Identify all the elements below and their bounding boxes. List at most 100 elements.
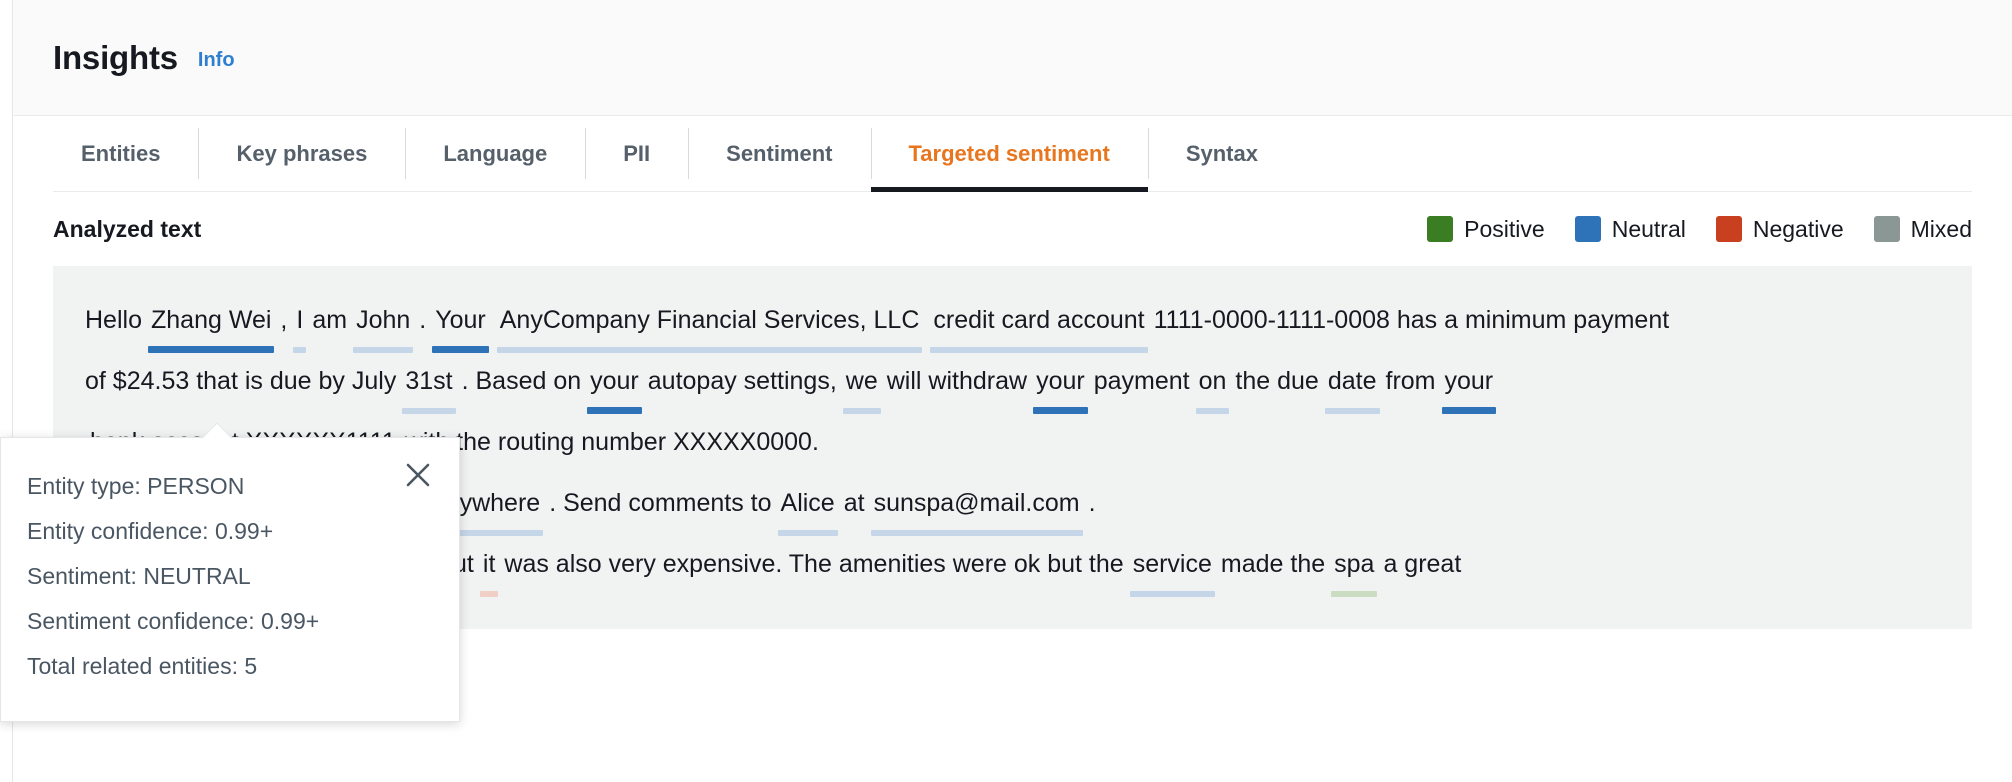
legend-label: Negative — [1752, 215, 1844, 242]
insights-page: Insights Info Entities Key phrases Languag… — [0, 0, 2012, 782]
entity-token[interactable]: Your — [428, 292, 493, 353]
legend-swatch-positive — [1427, 216, 1454, 242]
token-text: your — [1036, 367, 1085, 395]
popover-row: Sentiment: NEUTRAL — [27, 563, 251, 589]
token-text: your — [590, 367, 639, 395]
text-token: . Send comments to — [547, 475, 773, 536]
entity-token[interactable]: I — [289, 292, 310, 353]
token-text: AnyCompany Financial Services, LLC — [499, 306, 920, 334]
token-text: with the routing number XXXXX0000. — [404, 428, 819, 456]
token-text: of $24.53 that is due by July — [85, 367, 397, 395]
entity-token[interactable]: sunspa@mail.com — [867, 475, 1087, 536]
token-text: 31st — [405, 367, 453, 395]
analyzed-text-line: Hello Zhang Wei, Iam John. Your AnyCompany Fi… — [83, 292, 1942, 353]
info-link[interactable]: Info — [198, 49, 235, 72]
token-text: 1111-0000-1111-0008 has a minimum paymen… — [1153, 306, 1670, 334]
text-token: . — [1087, 475, 1098, 536]
entity-token[interactable]: spa — [1327, 536, 1381, 597]
text-token: Hello — [83, 292, 144, 353]
token-text: it — [482, 550, 496, 578]
panel-header: Insights Info — [13, 0, 2012, 116]
text-token: from — [1384, 353, 1438, 414]
entity-token[interactable]: service — [1126, 536, 1219, 597]
tab-targeted-sentiment[interactable]: Targeted sentiment — [870, 116, 1149, 192]
token-text: . Send comments to — [549, 489, 772, 517]
entity-token[interactable]: John — [349, 292, 417, 353]
entity-token[interactable]: your — [583, 353, 646, 414]
token-text: , — [280, 306, 288, 334]
legend-swatch-mixed — [1873, 216, 1900, 242]
token-text: . Based on — [461, 367, 582, 395]
entity-token[interactable]: 31st — [398, 353, 459, 414]
token-text: on — [1198, 367, 1227, 395]
entity-token[interactable]: Alice — [774, 475, 842, 536]
tab-entities[interactable]: Entities — [53, 116, 198, 191]
close-icon[interactable] — [403, 460, 433, 490]
text-token: autopay settings, — [646, 353, 839, 414]
popover-row: Sentiment confidence: 0.99+ — [27, 608, 320, 634]
legend-label: Positive — [1464, 215, 1545, 242]
text-token: with the routing number XXXXX0000. — [403, 414, 821, 475]
token-text: made the — [1220, 550, 1326, 578]
tab-language[interactable]: Language — [405, 116, 585, 191]
legend-label: Neutral — [1611, 215, 1686, 242]
token-text: Your — [435, 306, 486, 334]
text-token: of $24.53 that is due by July — [83, 353, 398, 414]
entity-token[interactable]: Zhang Wei — [144, 292, 278, 353]
tab-syntax[interactable]: Syntax — [1147, 116, 1296, 191]
token-text: a great — [1383, 550, 1462, 578]
token-text: at — [843, 489, 865, 517]
legend-swatch-negative — [1715, 216, 1742, 242]
popover-rows: Entity type: PERSON Entity confidence: 0.… — [27, 464, 429, 689]
token-text: payment — [1093, 367, 1190, 395]
text-token: am — [310, 292, 349, 353]
popover-row: Entity type: PERSON — [27, 473, 245, 499]
token-text: we — [845, 367, 878, 395]
legend-swatch-neutral — [1574, 216, 1601, 242]
tab-list: Entities Key phrases Language PII Sentiment T… — [53, 116, 1972, 192]
entity-token[interactable]: your — [1438, 353, 1501, 414]
text-token: made the — [1219, 536, 1327, 597]
entity-token[interactable]: we — [839, 353, 885, 414]
text-token: at — [842, 475, 867, 536]
tab-sentiment[interactable]: Sentiment — [688, 116, 870, 191]
tab-key-phrases[interactable]: Key phrases — [198, 116, 405, 191]
text-token: , — [278, 292, 289, 353]
legend-item-neutral: Neutral — [1574, 215, 1686, 243]
entity-token[interactable]: your — [1029, 353, 1092, 414]
popover-row: Total related entities: 5 — [27, 653, 258, 679]
token-text: John — [356, 306, 411, 334]
token-text: was also very expensive. The amenities w… — [504, 550, 1124, 578]
token-text: credit card account — [933, 306, 1145, 334]
token-text: will withdraw — [886, 367, 1028, 395]
entity-token[interactable]: AnyCompany Financial Services, LLC — [493, 292, 927, 353]
text-token: 1111-0000-1111-0008 has a minimum paymen… — [1152, 292, 1672, 353]
token-text: sunspa@mail.com — [873, 489, 1080, 517]
entity-token[interactable]: on — [1192, 353, 1234, 414]
text-token: will withdraw — [885, 353, 1029, 414]
legend-item-positive: Positive — [1427, 216, 1545, 243]
token-text: your — [1444, 367, 1494, 395]
text-token: . Based on — [460, 353, 584, 414]
text-token: was also very expensive. The amenities w… — [502, 536, 1125, 597]
legend-item-negative: Negative — [1715, 215, 1844, 243]
token-text: Hello — [85, 306, 142, 334]
entity-token[interactable]: credit card account — [926, 292, 1151, 353]
legend-item-mixed: Mixed — [1873, 215, 1972, 243]
text-token: . — [417, 292, 428, 353]
token-text: service — [1132, 550, 1212, 578]
token-text: spa — [1334, 550, 1375, 578]
legend-label: Mixed — [1910, 215, 1972, 242]
analyzed-text-label: Analyzed text — [53, 215, 202, 242]
text-token: the due — [1233, 353, 1320, 414]
token-text: I — [296, 306, 304, 334]
entity-token[interactable]: date — [1321, 353, 1384, 414]
text-token: payment — [1092, 353, 1192, 414]
analyzed-text-line: of $24.53 that is due by July 31st . Based… — [83, 353, 1942, 414]
tabs-bar: Entities Key phrases Language PII Sentiment T… — [13, 116, 2012, 192]
entity-token[interactable]: it — [476, 536, 503, 597]
entity-details-popover: Entity type: PERSON Entity confidence: 0.… — [0, 422, 460, 722]
tab-pii[interactable]: PII — [585, 116, 688, 191]
analyzed-text-header: Analyzed text Positive Neutral Negative Mix… — [53, 192, 1972, 266]
page-title: Insights — [53, 38, 178, 76]
